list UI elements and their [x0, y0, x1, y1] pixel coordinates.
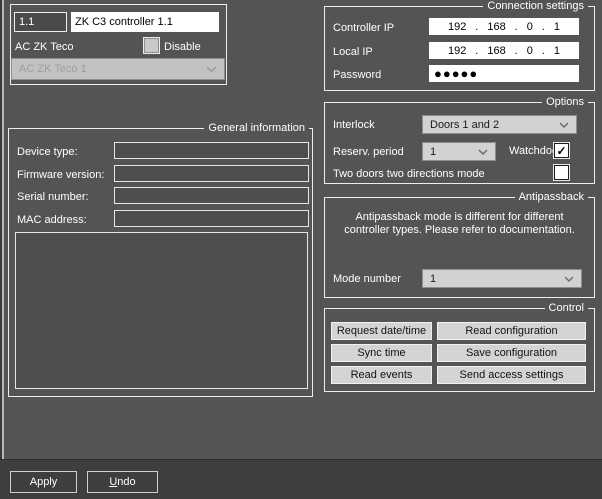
watchdog-checkbox[interactable]: ✓ — [554, 143, 569, 158]
mode-number-label: Mode number — [333, 273, 401, 285]
send-access-settings-button[interactable]: Send access settings — [437, 366, 586, 384]
control-group: Control Request date/time Read configura… — [324, 308, 595, 392]
checkmark-icon: ✓ — [556, 145, 566, 157]
ip-octet: 192 — [448, 45, 466, 57]
local-ip-input[interactable]: 192 . 168 . 0 . 1 — [429, 42, 579, 59]
reserv-period-dropdown[interactable]: 1 — [422, 142, 496, 161]
antipassback-note: Antipassback mode is different for diffe… — [325, 211, 594, 237]
mode-number-dropdown[interactable]: 1 — [422, 269, 582, 288]
device-type-label: Device type: — [17, 146, 78, 158]
mac-address-label: MAC address: — [17, 214, 87, 226]
antipassback-group: Antipassback Antipassback mode is differ… — [324, 197, 595, 298]
chevron-down-icon — [478, 149, 488, 155]
password-masked-value: ●●●●● — [434, 66, 478, 81]
controller-settings-window: AC ZK Teco Disable AC ZK Teco 1 Connecti… — [0, 0, 602, 499]
ip-octet: 0 — [527, 45, 533, 57]
disable-label: Disable — [164, 41, 201, 53]
controller-type-label: AC ZK Teco — [15, 41, 74, 53]
ip-dot: . — [515, 21, 518, 33]
ip-octet: 0 — [527, 21, 533, 33]
watchdog-label: Watchdog — [509, 145, 558, 157]
two-doors-label: Two doors two directions mode — [333, 168, 485, 180]
chevron-down-icon — [206, 66, 217, 73]
connection-settings-title: Connection settings — [483, 0, 588, 12]
ip-dot: . — [515, 45, 518, 57]
password-input[interactable]: ●●●●● — [429, 65, 579, 82]
interlock-dropdown[interactable]: Doors 1 and 2 — [422, 115, 577, 134]
mode-number-value: 1 — [430, 273, 436, 285]
password-label: Password — [333, 69, 381, 81]
read-configuration-button[interactable]: Read configuration — [437, 322, 586, 340]
antipassback-note-line2: controller types. Please refer to docume… — [325, 224, 594, 237]
controller-name-input[interactable] — [71, 12, 219, 32]
undo-button[interactable]: Undo — [87, 471, 158, 493]
two-doors-checkbox[interactable] — [554, 165, 569, 180]
ip-octet: 168 — [487, 45, 505, 57]
chevron-down-icon — [559, 122, 569, 128]
antipassback-note-line1: Antipassback mode is different for diffe… — [325, 211, 594, 224]
ip-octet: 192 — [448, 21, 466, 33]
serial-number-label: Serial number: — [17, 191, 89, 203]
save-configuration-button[interactable]: Save configuration — [437, 344, 586, 362]
reserv-period-label: Reserv. period — [333, 146, 404, 158]
mac-address-field — [114, 210, 309, 227]
parent-device-dropdown[interactable]: AC ZK Teco 1 — [11, 58, 225, 80]
controller-id-input[interactable] — [14, 12, 67, 32]
general-information-title: General information — [204, 122, 309, 134]
disable-checkbox[interactable] — [144, 38, 159, 53]
firmware-version-field — [114, 165, 309, 182]
interlock-value: Doors 1 and 2 — [430, 119, 499, 131]
options-title: Options — [542, 96, 588, 108]
firmware-version-label: Firmware version: — [17, 169, 104, 181]
connection-settings-group: Connection settings Controller IP 192 . … — [324, 6, 595, 91]
sync-time-button[interactable]: Sync time — [331, 344, 432, 362]
interlock-label: Interlock — [333, 119, 375, 131]
identity-group: AC ZK Teco Disable AC ZK Teco 1 — [10, 4, 227, 85]
antipassback-title: Antipassback — [515, 191, 588, 203]
undo-rest: ndo — [117, 476, 135, 488]
device-details-box — [15, 232, 308, 389]
ip-dot: . — [475, 45, 478, 57]
controller-ip-input[interactable]: 192 . 168 . 0 . 1 — [429, 18, 579, 35]
controller-ip-label: Controller IP — [333, 22, 394, 34]
ip-dot: . — [542, 45, 545, 57]
request-datetime-button[interactable]: Request date/time — [331, 322, 432, 340]
apply-button[interactable]: Apply — [10, 471, 77, 493]
bottom-action-bar: Apply Undo — [0, 459, 602, 499]
read-events-button[interactable]: Read events — [331, 366, 432, 384]
device-type-field — [114, 142, 309, 159]
options-group: Options Interlock Doors 1 and 2 Reserv. … — [324, 102, 595, 184]
ip-octet: 1 — [554, 21, 560, 33]
chevron-down-icon — [564, 276, 574, 282]
reserv-period-value: 1 — [430, 146, 436, 158]
local-ip-label: Local IP — [333, 46, 373, 58]
general-information-group: General information Device type: Firmwar… — [8, 128, 313, 397]
ip-dot: . — [475, 21, 478, 33]
ip-octet: 1 — [554, 45, 560, 57]
ip-octet: 168 — [487, 21, 505, 33]
control-title: Control — [545, 302, 588, 314]
ip-dot: . — [542, 21, 545, 33]
parent-device-value: AC ZK Teco 1 — [19, 63, 87, 75]
serial-number-field — [114, 187, 309, 204]
